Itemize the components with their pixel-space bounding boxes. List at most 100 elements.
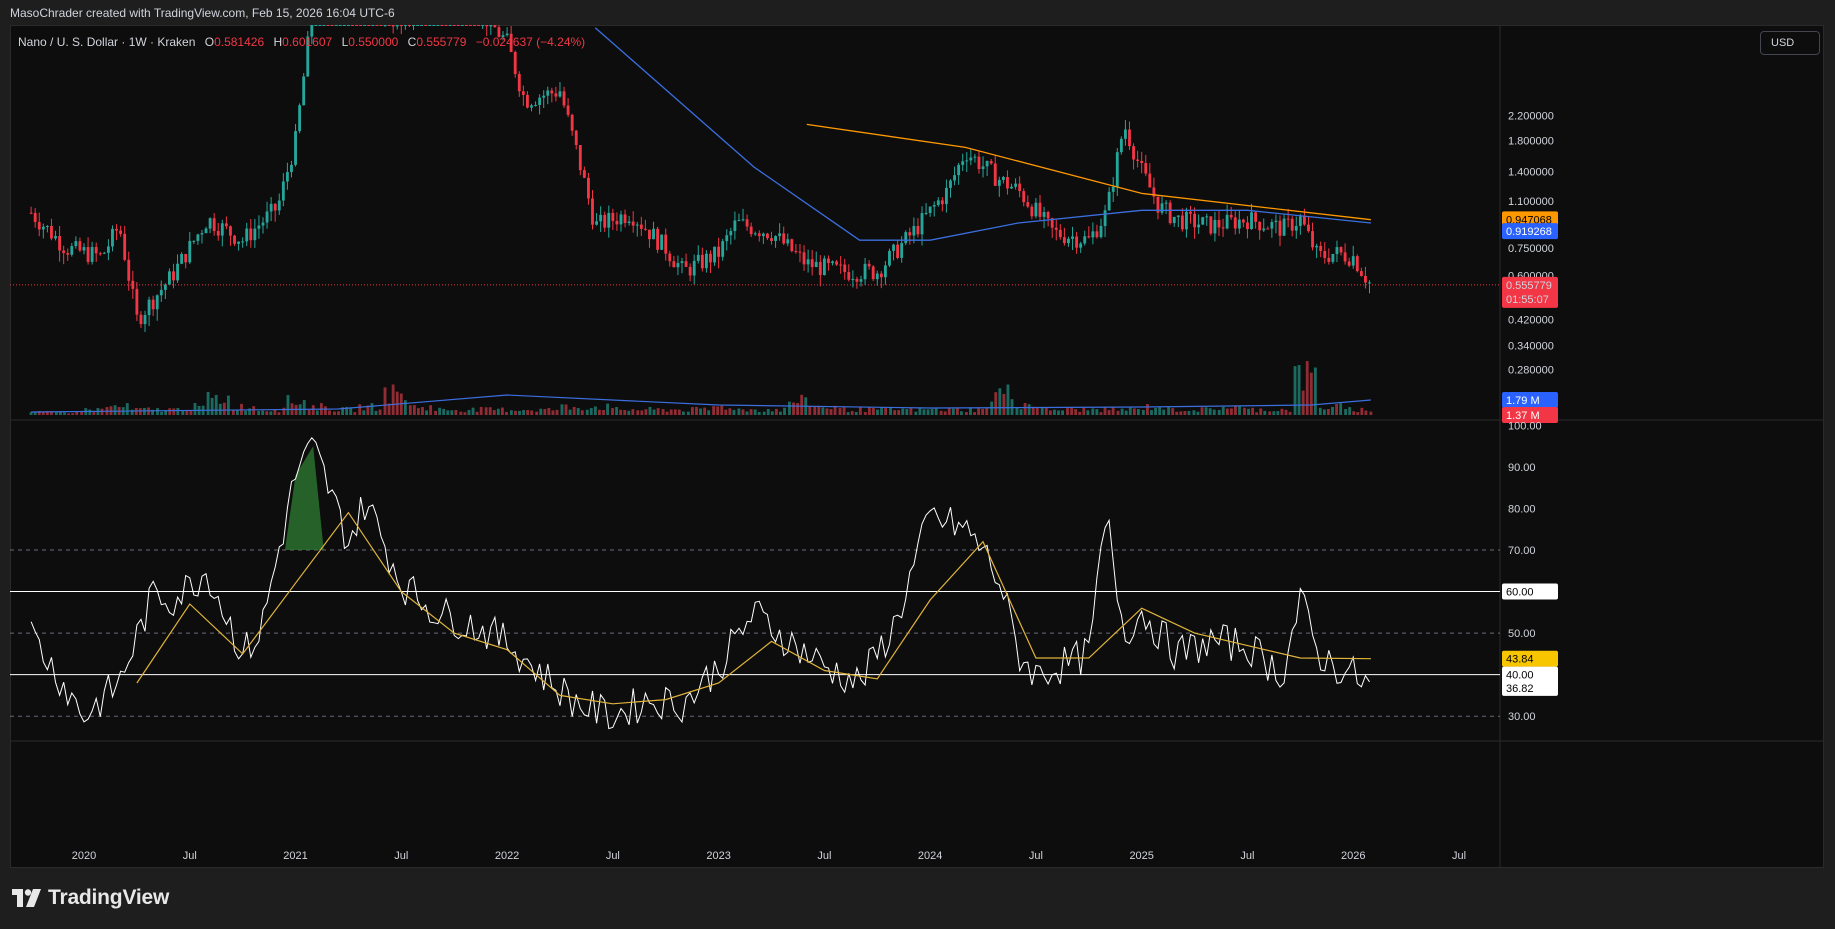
- volume-bar: [412, 405, 416, 415]
- time-tick-label: 2025: [1129, 850, 1153, 862]
- candle-body: [481, 25, 485, 26]
- candle-body: [1087, 236, 1091, 238]
- candle-body: [477, 25, 481, 26]
- volume-bar: [893, 410, 897, 415]
- volume-ma-badge: 1.79 M: [1506, 395, 1540, 407]
- volume-bar: [1263, 410, 1267, 415]
- volume-bar: [981, 408, 985, 415]
- volume-bar: [813, 406, 817, 415]
- volume-bar: [732, 409, 736, 415]
- candle-body: [1038, 202, 1042, 217]
- candle-body: [1180, 215, 1184, 230]
- tradingview-logo[interactable]: TradingView: [12, 886, 169, 910]
- volume-bar: [156, 408, 159, 415]
- volume-bar: [652, 409, 656, 415]
- candle-body: [847, 272, 851, 280]
- candle-body: [1079, 243, 1083, 248]
- candle-body: [619, 214, 623, 225]
- candle-body: [798, 251, 802, 253]
- candle-body: [395, 25, 399, 27]
- candle-body: [58, 236, 62, 251]
- candle-body: [965, 160, 969, 162]
- volume-bar: [315, 410, 319, 415]
- candle-body: [485, 25, 489, 27]
- price-tick-label: 0.280000: [1508, 364, 1554, 376]
- candle-body: [839, 264, 843, 266]
- candle-body: [1119, 138, 1123, 153]
- volume-bar: [551, 410, 555, 415]
- candle-body: [1071, 236, 1074, 239]
- candle-body: [1319, 245, 1323, 251]
- time-tick-label: 2023: [706, 850, 730, 862]
- volume-bar: [922, 409, 926, 415]
- volume-bar: [665, 411, 669, 415]
- volume-bar: [484, 407, 488, 415]
- volume-bar: [737, 408, 741, 415]
- candle-body: [66, 253, 70, 255]
- candle-body: [408, 25, 411, 26]
- volume-bar: [897, 410, 901, 415]
- candle-body: [298, 105, 302, 132]
- candle-body: [940, 200, 944, 205]
- time-tick-label: Jul: [183, 850, 197, 862]
- volume-bar: [673, 409, 677, 415]
- volume-bar: [450, 410, 454, 415]
- candle-body: [749, 226, 753, 235]
- volume-bar: [779, 411, 782, 415]
- candle-body: [595, 221, 598, 225]
- volume-bar: [138, 408, 142, 415]
- ma-slow-line: [806, 123, 1371, 221]
- volume-bar: [168, 408, 172, 415]
- candle-body: [961, 161, 965, 165]
- volume-bar: [808, 406, 812, 415]
- candle-body: [273, 203, 277, 211]
- currency-button[interactable]: USD: [1760, 31, 1820, 55]
- price-tick-label: 1.400000: [1508, 166, 1554, 178]
- volume-bar: [1369, 411, 1373, 415]
- candle-body: [355, 25, 358, 26]
- candle-body: [1095, 231, 1099, 238]
- volume-bar: [1124, 410, 1128, 415]
- candle-body: [1368, 282, 1371, 284]
- candle-body: [1331, 254, 1335, 262]
- price-tick-label: 0.750000: [1508, 243, 1554, 255]
- countdown-badge: 01:55:07: [1506, 294, 1549, 306]
- candle-body: [981, 166, 985, 170]
- candle-body: [855, 278, 859, 282]
- candle-body: [220, 223, 224, 236]
- volume-bar: [589, 408, 593, 415]
- volume-bar: [530, 410, 534, 415]
- candle-body: [424, 25, 428, 26]
- chart-canvas[interactable]: 2.200000 1.800000 1.400000 1.100000 0.750000…: [10, 25, 1824, 868]
- candle-body: [1034, 202, 1038, 217]
- candle-body: [611, 212, 615, 221]
- candle-body: [383, 25, 387, 26]
- candle-body: [1083, 236, 1087, 244]
- candle-body: [391, 25, 395, 27]
- candle-body: [587, 177, 590, 199]
- volume-bar: [526, 410, 530, 415]
- symbol-title[interactable]: Nano / U. S. Dollar · 1W · Kraken: [18, 35, 195, 49]
- candle-body: [1250, 212, 1253, 230]
- volume-bar: [712, 406, 716, 415]
- volume-bar: [1288, 411, 1292, 415]
- volume-bar: [593, 406, 597, 415]
- candle-body: [1311, 231, 1314, 248]
- candle-body: [1132, 146, 1135, 160]
- candle-body: [119, 230, 123, 234]
- open-value: 0.581426: [214, 35, 265, 49]
- volume-bar: [1162, 409, 1166, 415]
- candle-body: [1148, 173, 1152, 188]
- volume-bar: [307, 410, 311, 415]
- low-value: 0.550000: [348, 35, 399, 49]
- volume-bar: [417, 408, 420, 415]
- candle-body: [1327, 257, 1331, 262]
- volume-bar: [846, 412, 850, 415]
- volume-bar: [690, 407, 694, 415]
- volume-bar: [838, 408, 842, 415]
- volume-bar: [1136, 409, 1140, 415]
- volume-bar: [1268, 411, 1272, 415]
- volume-bar: [889, 407, 892, 415]
- volume-bar: [63, 412, 66, 415]
- candle-body: [672, 261, 676, 268]
